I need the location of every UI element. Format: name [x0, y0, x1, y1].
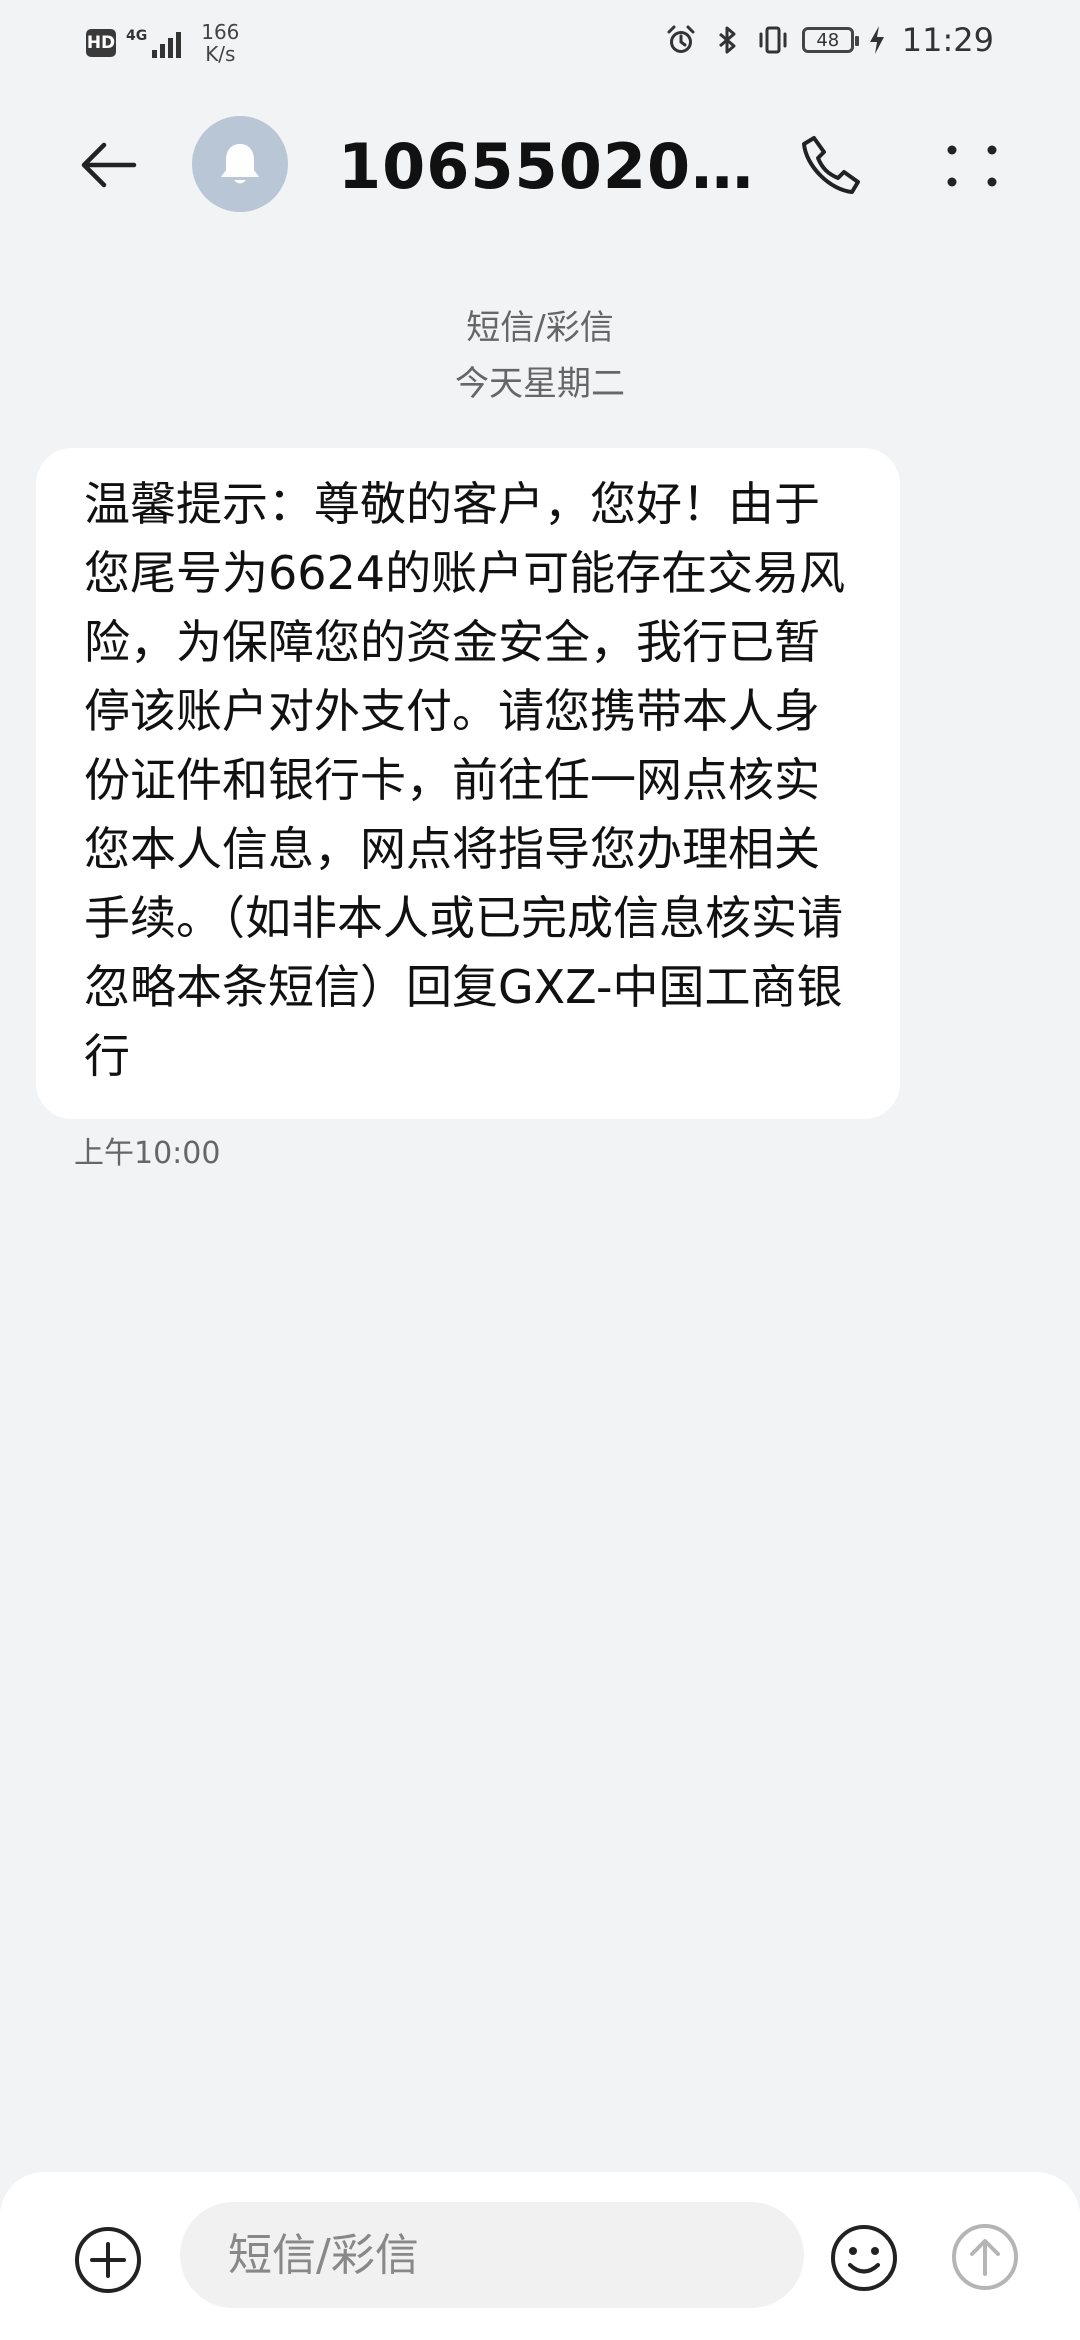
send-icon — [952, 2224, 1018, 2290]
speed-value: 166 — [201, 20, 240, 44]
hd-badge: HD — [86, 29, 116, 57]
status-right: 48 11:29 — [664, 18, 994, 62]
emoji-icon — [831, 2225, 897, 2291]
more-button[interactable] — [942, 130, 1002, 200]
bell-icon — [221, 144, 259, 184]
call-button[interactable] — [796, 130, 866, 200]
network-speed: 166 K/s — [201, 21, 239, 65]
back-arrow-icon — [81, 142, 137, 188]
date-separator: 今天星期二 — [455, 364, 625, 404]
contact-name[interactable]: 1065502009… — [338, 130, 758, 203]
status-left: HD 4G 166 K/s — [86, 18, 239, 68]
status-bar: HD 4G 166 K/s 48 11:29 — [0, 0, 1080, 80]
contact-avatar[interactable] — [192, 116, 288, 212]
message-input[interactable] — [180, 2202, 804, 2308]
charging-icon — [869, 26, 884, 54]
send-button[interactable] — [950, 2222, 1020, 2292]
message-timestamp: 上午10:00 — [74, 1136, 221, 1171]
battery-icon: 48 — [801, 27, 859, 53]
add-icon — [75, 2227, 141, 2293]
message-text: 温馨提示：尊敬的客户，您好！由于您尾号为6624的账户可能存在交易风险，为保障您… — [84, 477, 846, 1083]
emoji-button[interactable] — [828, 2222, 900, 2294]
conversation-header: 1065502009… — [0, 100, 1080, 230]
back-button[interactable] — [70, 130, 146, 200]
composer-bar — [0, 2172, 1080, 2340]
message-bubble[interactable]: 温馨提示：尊敬的客户，您好！由于您尾号为6624的账户可能存在交易风险，为保障您… — [36, 448, 900, 1119]
vibrate-icon — [759, 26, 787, 54]
clock: 11:29 — [901, 21, 994, 59]
network-type: 4G — [126, 28, 148, 44]
alarm-icon — [667, 25, 695, 53]
add-attachment-button[interactable] — [72, 2224, 144, 2296]
more-icon — [947, 145, 997, 187]
phone-icon — [802, 136, 860, 194]
bluetooth-icon — [718, 26, 736, 54]
speed-unit: K/s — [205, 42, 236, 66]
channel-label: 短信/彩信 — [466, 308, 614, 348]
cellular-signal-icon: 4G — [126, 28, 182, 58]
